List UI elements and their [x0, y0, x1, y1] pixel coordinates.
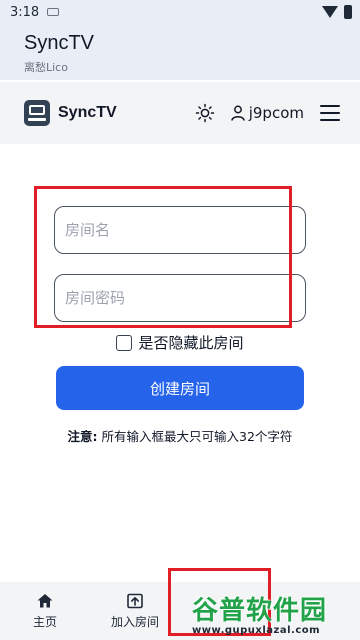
create-room-button[interactable]: 创建房间 — [56, 366, 304, 410]
notice-text: 注意: 所有输入框最大只可输入32个字符 — [0, 426, 360, 445]
status-time: 3:18 — [10, 4, 40, 20]
tab-join-room-label: 加入房间 — [110, 615, 159, 629]
app-subtitle: 离愁Lico — [24, 61, 68, 74]
app-title: SyncTV — [24, 32, 95, 54]
home-icon — [37, 594, 53, 608]
username: j9pcom — [248, 104, 304, 122]
notice-message: 所有输入框最大只可输入32个字符 — [97, 429, 293, 444]
tab-join-room[interactable]: 加入房间 — [90, 582, 180, 640]
bottom-nav: 主页 加入房间 — [0, 582, 360, 640]
status-icons — [322, 5, 352, 19]
logo-icon[interactable] — [24, 100, 50, 126]
tab-home[interactable]: 主页 — [0, 582, 90, 640]
tab-home-label: 主页 — [32, 615, 57, 629]
hamburger-menu-icon[interactable] — [320, 105, 340, 121]
room-password-input[interactable] — [54, 274, 306, 322]
hide-room-checkbox[interactable] — [116, 334, 133, 351]
user-icon — [230, 105, 245, 121]
app-title-bar: SyncTV 离愁Lico — [0, 24, 360, 80]
join-room-icon — [127, 593, 143, 609]
hide-room-option[interactable]: 是否隐藏此房间 — [0, 332, 360, 353]
brand-name[interactable]: SyncTV — [58, 104, 117, 122]
status-bar: 3:18 — [0, 0, 360, 24]
hide-room-label: 是否隐藏此房间 — [138, 334, 244, 352]
room-name-input[interactable] — [54, 206, 306, 254]
keyboard-icon — [47, 8, 60, 16]
battery-icon — [344, 5, 352, 19]
create-room-form: 是否隐藏此房间 创建房间 注意: 所有输入框最大只可输入32个字符 — [0, 144, 360, 584]
header-nav: SyncTV j9pcom — [0, 82, 360, 144]
notice-label: 注意: — [67, 429, 98, 444]
theme-toggle-sun-icon[interactable] — [195, 103, 215, 123]
user-menu[interactable]: j9pcom — [230, 104, 304, 122]
wifi-icon — [322, 6, 338, 18]
